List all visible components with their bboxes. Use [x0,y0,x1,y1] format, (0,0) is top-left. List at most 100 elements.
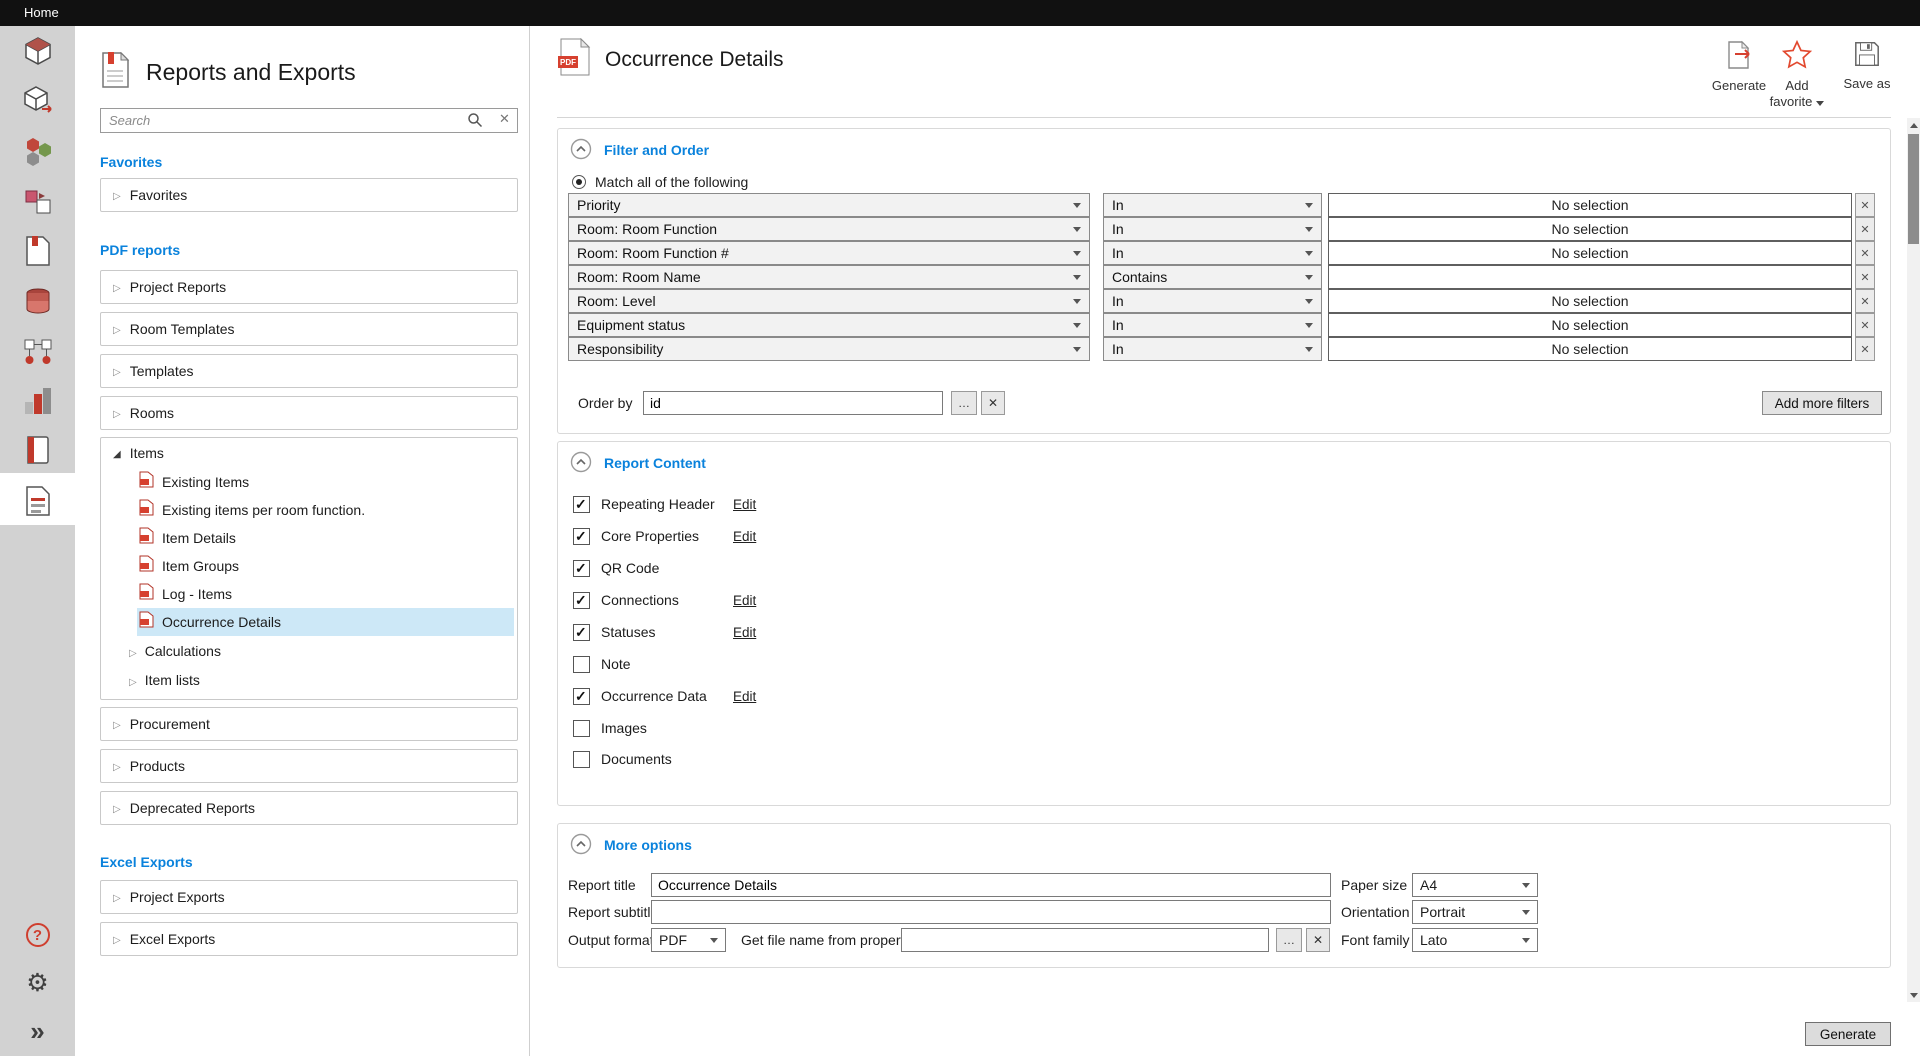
filter-operator-dropdown[interactable]: In [1103,289,1322,313]
remove-filter-button[interactable]: ✕ [1855,265,1875,289]
add-favorite-tool[interactable]: Add favorite [1767,40,1827,111]
settings-gear-icon[interactable]: ⚙ [21,966,55,1000]
filter-value-field[interactable]: No selection [1328,337,1852,361]
expand-arrow-icon[interactable] [113,186,121,204]
document-tag-icon[interactable] [21,234,55,268]
documents-checkbox[interactable] [573,751,590,768]
search-input[interactable] [101,109,461,132]
filter-field-dropdown[interactable]: Room: Level [568,289,1090,313]
report-item-item-groups[interactable]: Item Groups [137,552,514,580]
group-room-templates[interactable]: Room Templates [100,312,518,346]
font-family-dropdown[interactable]: Lato [1412,928,1538,952]
remove-filter-button[interactable]: ✕ [1855,241,1875,265]
report-title-input[interactable] [651,873,1331,897]
expand-strip-icon[interactable]: » [21,1014,55,1048]
remove-filter-button[interactable]: ✕ [1855,337,1875,361]
file-name-picker-button[interactable]: … [1276,928,1302,952]
images-checkbox[interactable] [573,720,590,737]
note-checkbox[interactable] [573,656,590,673]
scroll-thumb[interactable] [1908,134,1919,244]
expand-arrow-icon[interactable] [113,888,121,906]
reports-module-icon[interactable] [21,484,55,518]
filter-value-field[interactable]: No selection [1328,217,1852,241]
group-deprecated-reports[interactable]: Deprecated Reports [100,791,518,825]
filter-value-field[interactable]: No selection [1328,289,1852,313]
group-templates[interactable]: Templates [100,354,518,388]
group-item-lists[interactable]: Item lists [101,665,517,694]
file-name-input[interactable] [901,928,1269,952]
edit-link[interactable]: Edit [733,689,756,704]
hexagon-modules-icon[interactable] [21,134,55,168]
home-menu-item[interactable]: Home [24,0,59,26]
remove-filter-button[interactable]: ✕ [1855,313,1875,337]
remove-filter-button[interactable]: ✕ [1855,217,1875,241]
clear-order-by-button[interactable]: ✕ [981,391,1005,415]
filter-operator-dropdown[interactable]: In [1103,241,1322,265]
filter-value-field[interactable]: No selection [1328,313,1852,337]
remove-filter-button[interactable]: ✕ [1855,193,1875,217]
add-more-filters-button[interactable]: Add more filters [1762,391,1882,415]
expand-arrow-icon[interactable] [113,404,121,422]
remove-filter-button[interactable]: ✕ [1855,289,1875,313]
report-item-occurrence-details-selected[interactable]: Occurrence Details [137,608,514,636]
clear-file-name-button[interactable]: ✕ [1306,928,1330,952]
report-item-existing-items[interactable]: Existing Items [137,468,514,496]
expand-arrow-icon[interactable] [113,362,121,380]
clear-search-icon[interactable]: ✕ [499,111,510,127]
output-format-dropdown[interactable]: PDF [651,928,726,952]
edit-link[interactable]: Edit [733,593,756,608]
filter-value-field[interactable]: No selection [1328,241,1852,265]
collapse-section-icon[interactable] [570,451,592,478]
generate-button[interactable]: Generate [1805,1022,1891,1046]
scrollbar[interactable] [1907,118,1920,1002]
group-products[interactable]: Products [100,749,518,783]
connections-checkbox[interactable] [573,592,590,609]
report-item-log-items[interactable]: Log - Items [137,580,514,608]
catalog-book-icon[interactable] [21,433,55,467]
search-icon[interactable] [467,112,483,133]
filter-field-dropdown[interactable]: Room: Room Name [568,265,1090,289]
expand-arrow-icon[interactable] [113,320,121,338]
group-calculations[interactable]: Calculations [101,636,517,665]
scroll-down-icon[interactable] [1907,988,1920,1002]
report-item-item-details[interactable]: Item Details [137,524,514,552]
filter-field-dropdown[interactable]: Priority [568,193,1090,217]
collapse-arrow-icon[interactable] [113,444,121,462]
edit-link[interactable]: Edit [733,497,756,512]
expand-arrow-icon[interactable] [129,643,137,659]
expand-arrow-icon[interactable] [113,715,121,733]
qr-code-checkbox[interactable] [573,560,590,577]
group-rooms[interactable]: Rooms [100,396,518,430]
filter-value-text-input[interactable] [1328,265,1852,289]
filter-value-field[interactable]: No selection [1328,193,1852,217]
filter-field-dropdown[interactable]: Responsibility [568,337,1090,361]
generate-tool[interactable]: Generate [1709,40,1769,94]
order-by-picker-button[interactable]: … [951,391,977,415]
edit-link[interactable]: Edit [733,529,756,544]
statuses-checkbox[interactable] [573,624,590,641]
collapse-section-icon[interactable] [570,833,592,860]
filter-operator-dropdown[interactable]: Contains [1103,265,1322,289]
filter-operator-dropdown[interactable]: In [1103,217,1322,241]
group-items-header[interactable]: Items [101,438,517,468]
scroll-up-icon[interactable] [1907,118,1920,132]
paper-size-dropdown[interactable]: A4 [1412,873,1538,897]
expand-arrow-icon[interactable] [113,278,121,296]
database-icon[interactable] [21,285,55,319]
filter-operator-dropdown[interactable]: In [1103,337,1322,361]
group-excel-exports[interactable]: Excel Exports [100,922,518,956]
filter-operator-dropdown[interactable]: In [1103,193,1322,217]
block-chart-icon[interactable] [21,384,55,418]
expand-arrow-icon[interactable] [113,799,121,817]
save-as-tool[interactable]: Save as [1837,40,1897,92]
help-icon[interactable]: ? [21,918,55,952]
report-subtitle-input[interactable] [651,900,1331,924]
order-by-input[interactable] [643,391,943,415]
process-flow-icon[interactable] [21,335,55,369]
expand-arrow-icon[interactable] [129,672,137,688]
match-all-radio[interactable]: Match all of the following [572,173,748,191]
filter-field-dropdown[interactable]: Equipment status [568,313,1090,337]
model-cube-icon[interactable] [21,34,55,68]
group-favorites[interactable]: Favorites [100,178,518,212]
group-project-reports[interactable]: Project Reports [100,270,518,304]
